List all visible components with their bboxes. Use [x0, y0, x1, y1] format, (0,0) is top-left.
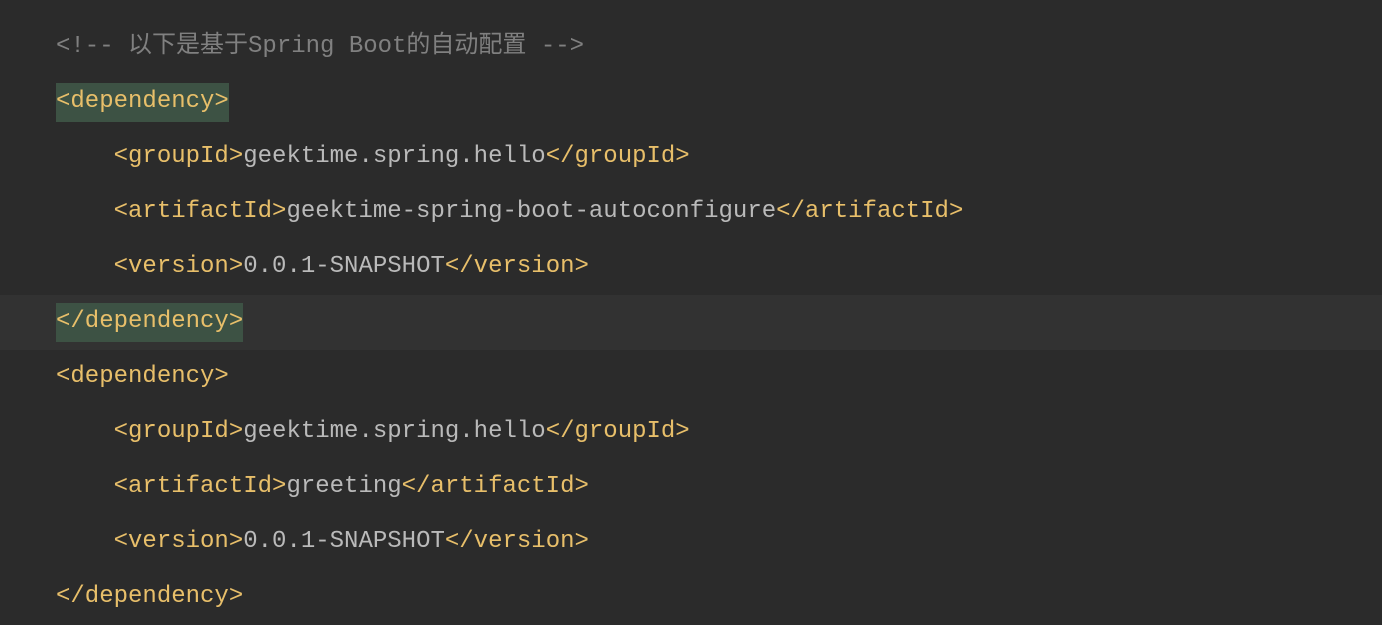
xml-tag-artifactid-open: <artifactId>: [114, 193, 287, 231]
code-line-comment: <!-- 以下是基于Spring Boot的自动配置 -->: [56, 20, 1382, 75]
xml-text-version: 0.0.1-SNAPSHOT: [243, 248, 445, 286]
xml-text-artifactid: greeting: [286, 468, 401, 506]
code-line-dep2-version: <version>0.0.1-SNAPSHOT</version>: [56, 515, 1382, 570]
xml-tag-version-open: <version>: [114, 523, 244, 561]
xml-tag-groupid-close: </groupId>: [546, 413, 690, 451]
code-line-dep2-groupid: <groupId>geektime.spring.hello</groupId>: [56, 405, 1382, 460]
xml-text-version: 0.0.1-SNAPSHOT: [243, 523, 445, 561]
code-line-dep2-close: </dependency>: [56, 570, 1382, 625]
xml-tag-dependency-close: </dependency>: [56, 303, 243, 341]
xml-tag-artifactid-open: <artifactId>: [114, 468, 287, 506]
xml-tag-groupid-close: </groupId>: [546, 138, 690, 176]
code-line-dep1-open: <dependency>: [56, 75, 1382, 130]
code-line-dep1-artifactid: <artifactId>geektime-spring-boot-autocon…: [56, 185, 1382, 240]
xml-tag-dependency-close: </dependency>: [56, 578, 243, 616]
xml-tag-groupid-open: <groupId>: [114, 138, 244, 176]
xml-tag-dependency-open: <dependency>: [56, 358, 229, 396]
xml-tag-artifactid-close: </artifactId>: [776, 193, 963, 231]
xml-tag-groupid-open: <groupId>: [114, 413, 244, 451]
code-line-dep1-groupid: <groupId>geektime.spring.hello</groupId>: [56, 130, 1382, 185]
xml-tag-version-open: <version>: [114, 248, 244, 286]
xml-tag-version-close: </version>: [445, 248, 589, 286]
xml-tag-artifactid-close: </artifactId>: [402, 468, 589, 506]
xml-text-artifactid: geektime-spring-boot-autoconfigure: [286, 193, 776, 231]
xml-text-groupid: geektime.spring.hello: [243, 413, 545, 451]
code-line-dep2-artifactid: <artifactId>greeting</artifactId>: [56, 460, 1382, 515]
xml-comment: <!-- 以下是基于Spring Boot的自动配置 -->: [56, 28, 584, 66]
code-line-dep1-close-current: </dependency>: [0, 295, 1382, 350]
xml-tag-dependency-open: <dependency>: [56, 83, 229, 121]
xml-text-groupid: geektime.spring.hello: [243, 138, 545, 176]
code-editor[interactable]: <!-- 以下是基于Spring Boot的自动配置 --> <dependen…: [56, 20, 1382, 625]
code-line-dep1-version: <version>0.0.1-SNAPSHOT</version>: [56, 240, 1382, 295]
xml-tag-version-close: </version>: [445, 523, 589, 561]
code-line-dep2-open: <dependency>: [56, 350, 1382, 405]
